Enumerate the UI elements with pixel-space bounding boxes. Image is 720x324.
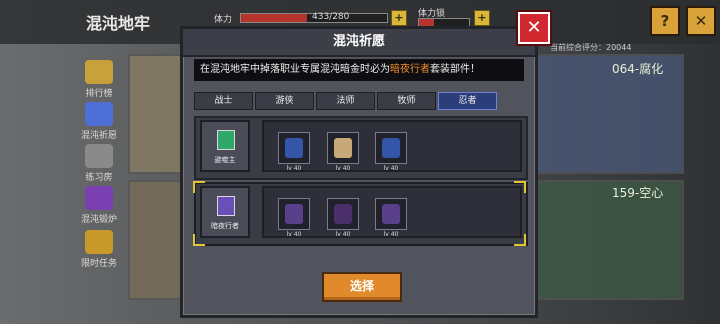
weapon-icon <box>85 144 113 168</box>
score-label: 当前综合评分：20044 <box>550 43 632 52</box>
set-emblem-icon <box>217 196 235 216</box>
help-button[interactable]: ? <box>650 6 680 36</box>
armor-icon <box>285 138 303 158</box>
set-item[interactable]: lv 40 <box>278 132 310 172</box>
lock-icon <box>85 230 113 254</box>
select-button[interactable]: 选择 <box>322 272 402 302</box>
notice-highlight: 暗夜行者 <box>390 64 430 75</box>
set-badge: 避噬主 <box>200 120 250 172</box>
card-title: 064-腐化 <box>612 62 664 76</box>
set-name: 暗夜行者 <box>211 222 239 230</box>
add-stamina-button[interactable]: + <box>391 10 407 26</box>
sidebar-item-limited-task[interactable]: 限时任务 <box>72 230 126 269</box>
screen-title: 混沌地牢 <box>86 14 151 33</box>
trophy-icon <box>85 60 113 84</box>
notice-prefix: 在混沌地牢中掉落职业专属混沌暗金时必为 <box>200 64 390 75</box>
card-title: 159-空心 <box>612 186 664 200</box>
tab-priest[interactable]: 牧师 <box>377 92 436 110</box>
notice-suffix: 套装部件！ <box>430 64 480 75</box>
item-level: lv 40 <box>335 231 351 238</box>
item-level: lv 40 <box>335 165 351 172</box>
close-dialog-button[interactable]: ✕ <box>518 12 550 44</box>
sidebar-item-forge[interactable]: 混沌锻炉 <box>72 186 126 225</box>
tab-ninja[interactable]: 忍者 <box>438 92 497 110</box>
item-level: lv 40 <box>383 231 399 238</box>
sidebar-item-leaderboard[interactable]: 排行榜 <box>72 60 126 99</box>
set-item[interactable]: lv 40 <box>327 132 359 172</box>
dungeon-card-left-1[interactable] <box>128 54 188 174</box>
sidebar-item-label: 排行榜 <box>85 89 113 99</box>
set-name: 避噬主 <box>214 156 236 164</box>
sidebar-item-label: 混沌锻炉 <box>80 215 117 225</box>
gauntlet-icon <box>334 138 352 158</box>
sidebar-item-label: 练习房 <box>85 173 113 183</box>
dialog-title: 混沌祈愿 <box>183 29 535 57</box>
set-item[interactable]: lv 40 <box>375 198 407 238</box>
stamina-value: 433/280 <box>312 12 350 22</box>
forge-icon <box>85 186 113 210</box>
item-level: lv 40 <box>286 231 302 238</box>
tab-mage[interactable]: 法师 <box>316 92 375 110</box>
sidebar-item-label: 限时任务 <box>80 259 117 269</box>
boots-icon <box>382 138 400 158</box>
drop-notice: 在混沌地牢中掉落职业专属混沌暗金时必为暗夜行者套装部件！ <box>194 59 524 81</box>
tab-ranger[interactable]: 游侠 <box>255 92 314 110</box>
sidebar-item-label: 混沌祈愿 <box>80 131 117 141</box>
item-level: lv 40 <box>286 165 302 172</box>
item-level: lv 40 <box>383 165 399 172</box>
dungeon-card-left-2[interactable] <box>128 180 188 300</box>
set-item[interactable]: lv 40 <box>375 132 407 172</box>
tab-warrior[interactable]: 战士 <box>194 92 253 110</box>
robe-icon <box>334 204 352 224</box>
stamina-label: 体力 <box>214 15 233 25</box>
close-icon: ✕ <box>526 17 542 38</box>
set-item[interactable]: lv 40 <box>327 198 359 238</box>
sidebar-item-practice[interactable]: 练习房 <box>72 144 126 183</box>
set-badge: 暗夜行者 <box>200 186 250 238</box>
crystal-icon <box>85 102 113 126</box>
hat-icon <box>285 204 303 224</box>
set-item[interactable]: lv 40 <box>278 198 310 238</box>
add-lock-button[interactable]: + <box>474 10 490 26</box>
boots-icon <box>382 204 400 224</box>
set-emblem-icon <box>217 130 235 150</box>
close-screen-button[interactable]: ✕ <box>686 6 716 36</box>
sidebar-item-chaos-wish[interactable]: 混沌祈愿 <box>72 102 126 141</box>
